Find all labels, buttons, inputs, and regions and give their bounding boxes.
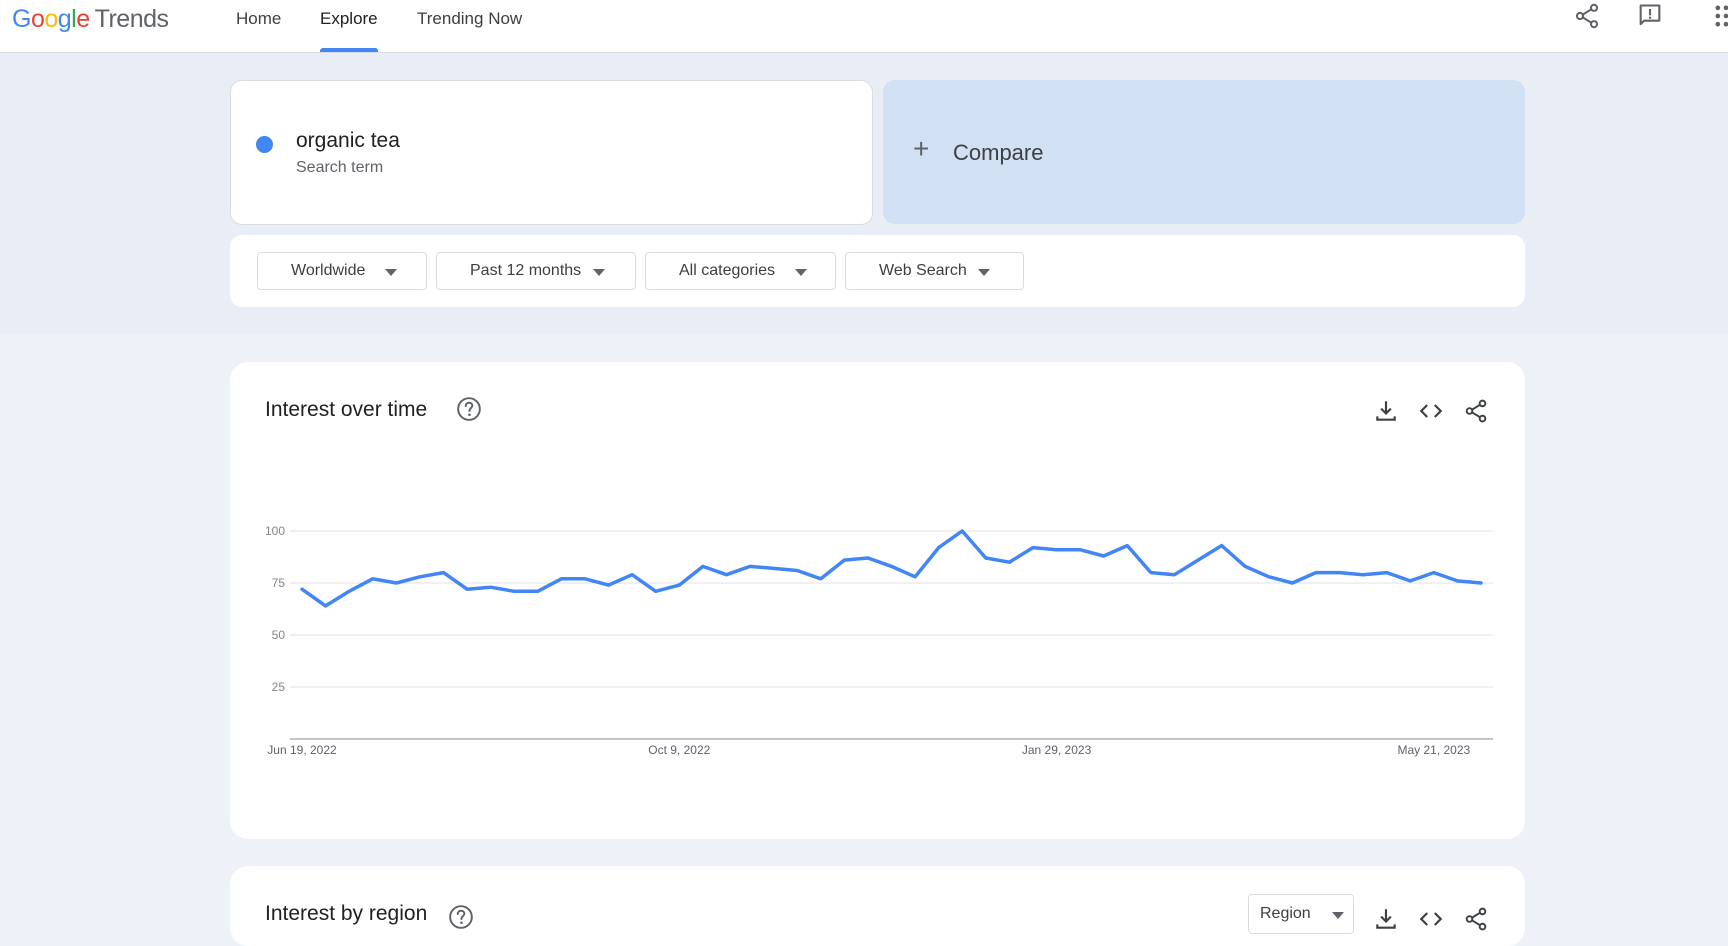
data-point[interactable]: [862, 552, 874, 564]
data-point[interactable]: [956, 525, 968, 537]
interest-over-time-chart: 25 50 75 100 Jun 19, 2022 Oct 9, 2022 Jan 29, …: [265, 524, 1493, 757]
help-icon[interactable]: [448, 904, 474, 930]
x-tick-label: May 21, 2023: [1397, 743, 1470, 757]
data-point[interactable]: [437, 567, 449, 579]
x-tick-label: Jun 19, 2022: [267, 743, 337, 757]
data-point[interactable]: [367, 573, 379, 585]
logo-trends-text: Trends: [94, 5, 169, 33]
data-point[interactable]: [1074, 544, 1086, 556]
feedback-icon[interactable]: [1636, 2, 1664, 30]
plus-icon: +: [913, 133, 930, 164]
data-point[interactable]: [1451, 575, 1463, 587]
data-point[interactable]: [838, 554, 850, 566]
share-icon[interactable]: [1463, 906, 1489, 932]
data-point[interactable]: [1121, 540, 1133, 552]
data-point[interactable]: [768, 562, 780, 574]
data-point[interactable]: [579, 573, 591, 585]
search-term-name[interactable]: organic tea: [296, 129, 400, 153]
data-point[interactable]: [909, 571, 921, 583]
y-tick-label: 75: [272, 576, 286, 590]
time-range-filter[interactable]: Past 12 months: [436, 252, 636, 290]
data-point[interactable]: [1098, 550, 1110, 562]
data-point[interactable]: [343, 585, 355, 597]
nav-home[interactable]: Home: [236, 0, 281, 52]
data-point[interactable]: [744, 560, 756, 572]
data-point[interactable]: [1357, 569, 1369, 581]
data-point[interactable]: [1334, 567, 1346, 579]
google-trends-logo[interactable]: Google Trends: [12, 4, 169, 34]
data-point[interactable]: [697, 560, 709, 572]
data-point[interactable]: [1310, 567, 1322, 579]
apps-icon[interactable]: [1712, 2, 1728, 30]
data-point[interactable]: [1027, 542, 1039, 554]
data-point[interactable]: [673, 579, 685, 591]
data-point[interactable]: [508, 585, 520, 597]
x-tick-label: Jan 29, 2023: [1022, 743, 1092, 757]
term-color-dot: [256, 136, 273, 153]
data-point[interactable]: [1003, 556, 1015, 568]
resolution-dropdown[interactable]: Region: [1248, 894, 1354, 934]
data-point[interactable]: [980, 552, 992, 564]
x-tick-label: Oct 9, 2022: [648, 743, 710, 757]
compare-label: Compare: [953, 140, 1044, 165]
data-point[interactable]: [1404, 575, 1416, 587]
y-tick-label: 25: [272, 680, 286, 694]
data-point[interactable]: [603, 579, 615, 591]
data-point[interactable]: [886, 560, 898, 572]
share-icon[interactable]: [1573, 2, 1601, 30]
top-bar: Google Trends Home Explore Trending Now: [0, 0, 1728, 53]
active-tab-indicator: [320, 48, 378, 52]
data-point[interactable]: [390, 577, 402, 589]
nav-explore[interactable]: Explore: [320, 0, 378, 52]
data-point[interactable]: [1428, 567, 1440, 579]
nav-trending-now[interactable]: Trending Now: [417, 0, 522, 52]
data-point[interactable]: [485, 581, 497, 593]
category-filter[interactable]: All categories: [645, 252, 836, 290]
data-point[interactable]: [320, 600, 332, 612]
embed-code-icon[interactable]: [1418, 906, 1444, 932]
compare-button[interactable]: + Compare: [883, 80, 1525, 224]
data-point[interactable]: [1286, 577, 1298, 589]
data-point[interactable]: [720, 569, 732, 581]
filter-bar: Worldwide Past 12 months All categories …: [230, 235, 1525, 307]
y-tick-label: 100: [265, 524, 285, 538]
search-term-type: Search term: [296, 159, 384, 176]
chevron-down-icon: [385, 269, 397, 276]
data-point[interactable]: [933, 542, 945, 554]
data-point[interactable]: [1192, 554, 1204, 566]
data-point[interactable]: [1475, 577, 1487, 589]
y-tick-label: 50: [272, 628, 286, 642]
interest-by-region-card: Interest by region Region: [230, 866, 1525, 946]
data-point[interactable]: [461, 583, 473, 595]
data-point[interactable]: [532, 585, 544, 597]
search-property-filter[interactable]: Web Search: [845, 252, 1024, 290]
data-point[interactable]: [555, 573, 567, 585]
chevron-down-icon: [978, 269, 990, 276]
data-point[interactable]: [1168, 569, 1180, 581]
interest-over-time-card: Interest over time 25 50 75 100 Jun 19, 2022…: [230, 362, 1525, 839]
data-point[interactable]: [791, 565, 803, 577]
chevron-down-icon: [795, 269, 807, 276]
data-point[interactable]: [1216, 540, 1228, 552]
data-point[interactable]: [1381, 567, 1393, 579]
interest-by-region-title: Interest by region: [265, 902, 428, 925]
data-point[interactable]: [1051, 544, 1063, 556]
search-term-card[interactable]: organic tea Search term: [230, 80, 873, 225]
data-point[interactable]: [1145, 567, 1157, 579]
data-point[interactable]: [1239, 560, 1251, 572]
data-point[interactable]: [414, 571, 426, 583]
data-point[interactable]: [296, 583, 308, 595]
data-point[interactable]: [1263, 571, 1275, 583]
data-point[interactable]: [815, 573, 827, 585]
data-point[interactable]: [650, 585, 662, 597]
region-filter[interactable]: Worldwide: [257, 252, 427, 290]
chevron-down-icon: [593, 269, 605, 276]
download-icon[interactable]: [1373, 906, 1399, 932]
data-point[interactable]: [626, 569, 638, 581]
